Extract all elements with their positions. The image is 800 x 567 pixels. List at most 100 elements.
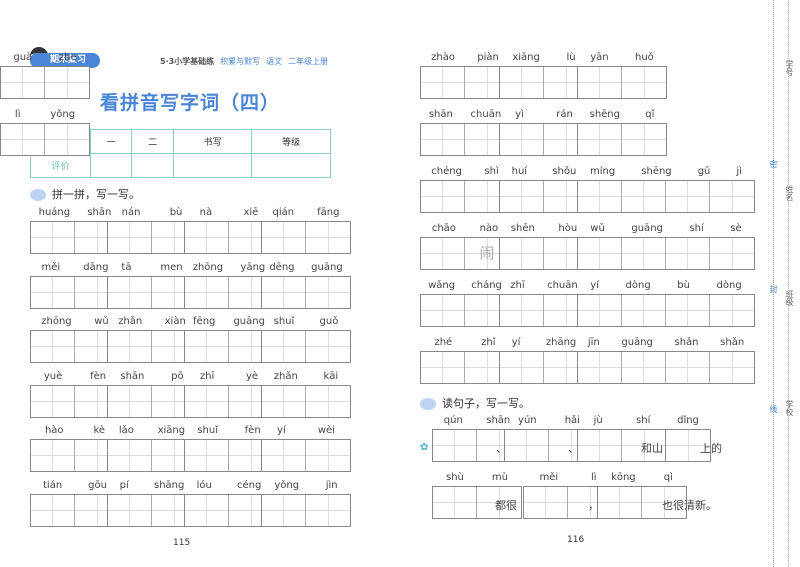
writing-box[interactable]: [1, 67, 45, 98]
writing-box[interactable]: [31, 494, 75, 526]
writing-box[interactable]: [433, 487, 477, 518]
pinyin: lì yǒng: [0, 109, 90, 123]
writing-box[interactable]: [31, 222, 75, 253]
score-cell[interactable]: [131, 153, 174, 178]
writing-box[interactable]: [262, 222, 306, 253]
pinyin: zhé zhǐ: [420, 337, 510, 351]
writing-box[interactable]: [108, 385, 152, 417]
writing-box[interactable]: [185, 494, 229, 526]
writing-box[interactable]: [185, 222, 229, 253]
writing-box[interactable]: [622, 352, 666, 383]
writing-boxes: [420, 351, 510, 384]
writing-box[interactable]: [421, 238, 465, 269]
writing-box[interactable]: [262, 331, 306, 362]
writing-box[interactable]: [622, 124, 666, 155]
word-group: xiāng lù: [499, 52, 589, 99]
writing-box[interactable]: [185, 331, 229, 362]
writing-box[interactable]: [666, 238, 710, 269]
writing-box[interactable]: [108, 494, 152, 526]
writing-boxes: [499, 180, 589, 213]
writing-box[interactable]: [108, 331, 152, 362]
writing-box[interactable]: [421, 67, 465, 98]
writing-box[interactable]: [306, 276, 350, 308]
writing-box[interactable]: [306, 440, 350, 471]
writing-box[interactable]: [666, 181, 710, 212]
pinyin-syllable: fèn: [90, 370, 107, 382]
writing-box[interactable]: [45, 124, 89, 155]
pinyin-syllable: nà: [199, 207, 213, 218]
writing-box[interactable]: [1, 124, 45, 155]
section-number-icon: [420, 398, 436, 410]
writing-box[interactable]: [598, 487, 642, 518]
writing-box[interactable]: [710, 352, 754, 383]
writing-box[interactable]: [500, 238, 544, 269]
writing-box[interactable]: [185, 276, 229, 308]
writing-box[interactable]: [578, 430, 622, 461]
writing-box[interactable]: [710, 181, 754, 212]
writing-box[interactable]: [666, 295, 710, 326]
writing-box[interactable]: [262, 440, 306, 471]
word-group: yí zhāng: [499, 337, 589, 384]
writing-box[interactable]: [31, 276, 75, 308]
writing-box[interactable]: [31, 331, 75, 362]
writing-box[interactable]: [578, 238, 622, 269]
writing-box[interactable]: [622, 67, 666, 98]
writing-box[interactable]: [421, 181, 465, 212]
writing-box[interactable]: [421, 352, 465, 383]
writing-box[interactable]: [31, 385, 75, 417]
writing-box[interactable]: [622, 238, 666, 269]
writing-box[interactable]: [185, 385, 229, 417]
writing-boxes: 闹: [420, 237, 510, 270]
writing-box[interactable]: [306, 494, 350, 526]
writing-box[interactable]: [505, 430, 549, 461]
writing-box[interactable]: [500, 67, 544, 98]
score-cell[interactable]: [89, 153, 133, 178]
writing-box[interactable]: [306, 222, 350, 253]
sentence-text: ，: [588, 499, 599, 512]
writing-box[interactable]: [306, 331, 350, 362]
writing-boxes: [577, 180, 755, 213]
writing-box[interactable]: [108, 222, 152, 253]
writing-boxes: [261, 439, 351, 472]
writing-box[interactable]: [433, 430, 477, 461]
writing-boxes: [261, 493, 351, 527]
writing-box[interactable]: [524, 487, 568, 518]
writing-box[interactable]: [500, 352, 544, 383]
fold-line: [788, 0, 789, 567]
pinyin-syllable: gǔ: [697, 166, 711, 177]
writing-box[interactable]: [31, 440, 75, 471]
writing-box[interactable]: [500, 295, 544, 326]
writing-box[interactable]: [108, 276, 152, 308]
writing-box[interactable]: [578, 67, 622, 98]
writing-box[interactable]: [306, 385, 350, 417]
writing-box[interactable]: [710, 295, 754, 326]
writing-box[interactable]: [45, 67, 89, 98]
writing-box[interactable]: [421, 295, 465, 326]
writing-box[interactable]: [578, 295, 622, 326]
writing-box[interactable]: [500, 124, 544, 155]
section-1-title: 拼一拼，写一写。: [52, 188, 140, 201]
writing-box[interactable]: [108, 440, 152, 471]
writing-box[interactable]: [185, 440, 229, 471]
writing-box[interactable]: [262, 385, 306, 417]
score-cell[interactable]: [172, 153, 253, 178]
word-group: huí shǒu: [499, 166, 589, 213]
writing-box[interactable]: [578, 181, 622, 212]
word-group: chāo nào 闹: [420, 223, 510, 270]
score-cell[interactable]: [251, 153, 331, 178]
writing-boxes: [261, 330, 351, 363]
writing-box[interactable]: [666, 352, 710, 383]
writing-box[interactable]: [710, 238, 754, 269]
table-header: 二: [131, 129, 174, 154]
pinyin-syllable: dòng: [625, 280, 651, 291]
writing-box[interactable]: [262, 276, 306, 308]
writing-box[interactable]: [622, 181, 666, 212]
pinyin-syllable: hòu: [558, 223, 578, 234]
writing-box[interactable]: [500, 181, 544, 212]
sentence-text: 上的: [700, 442, 722, 455]
writing-box[interactable]: [578, 124, 622, 155]
writing-box[interactable]: [421, 124, 465, 155]
writing-box[interactable]: [622, 295, 666, 326]
writing-box[interactable]: [262, 494, 306, 526]
writing-box[interactable]: [578, 352, 622, 383]
